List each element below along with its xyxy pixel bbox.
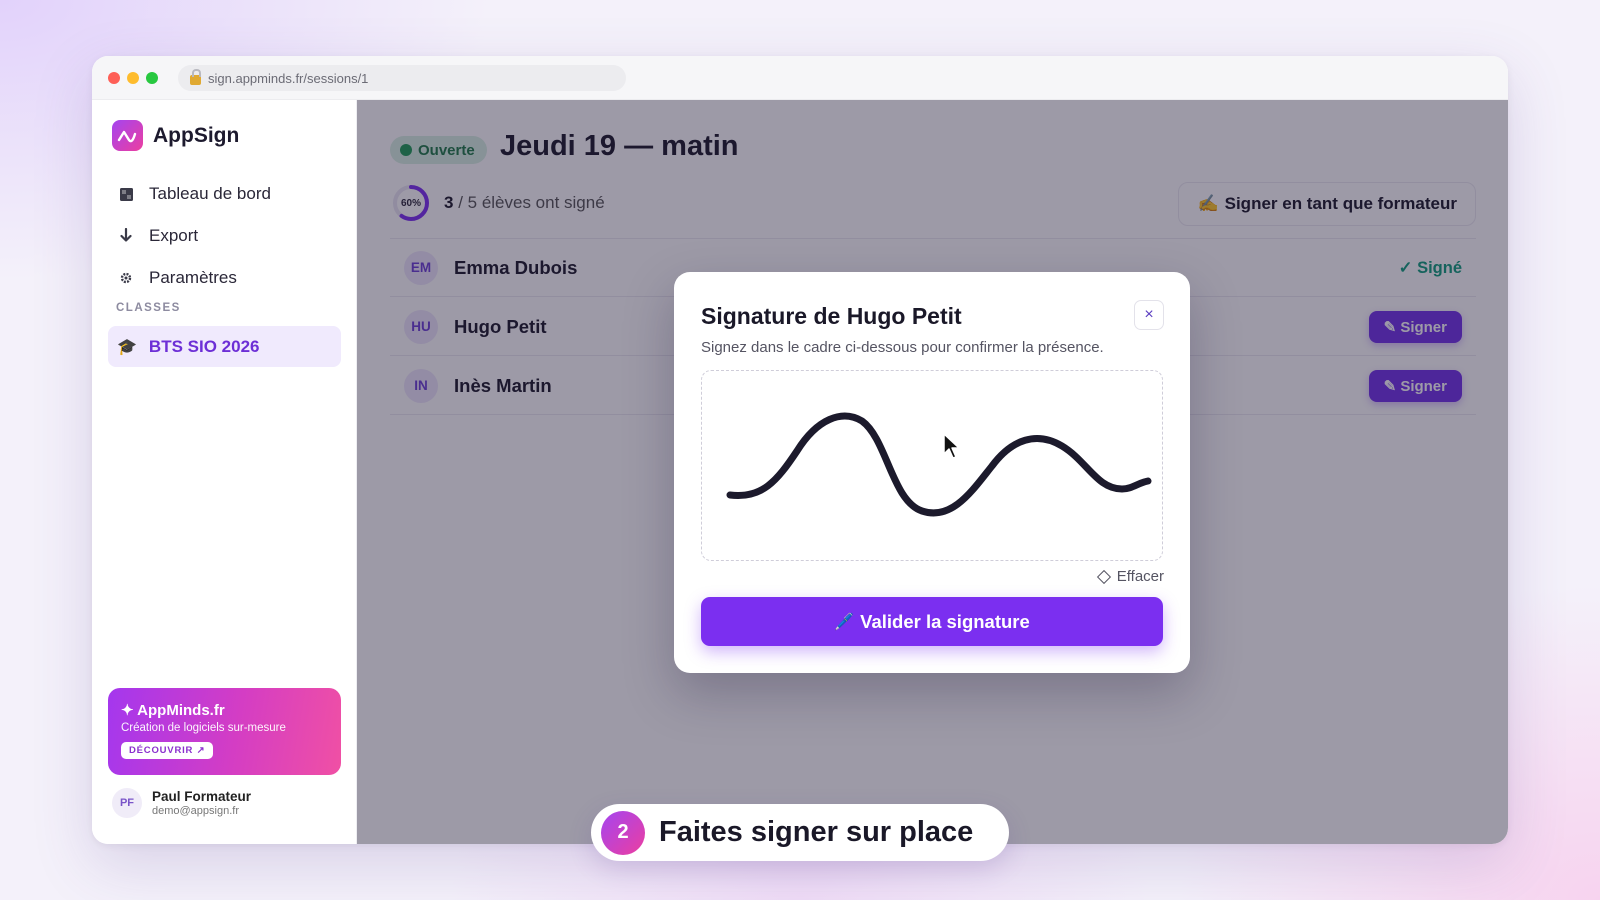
- sidebar-nav: Tableau de bord Export Paramètres: [116, 173, 271, 299]
- eraser-icon: [1096, 569, 1111, 584]
- sidebar-item-label: Tableau de bord: [149, 184, 271, 203]
- browser-titlebar: sign.appminds.fr/sessions/1: [92, 56, 1508, 100]
- url-text: sign.appminds.fr/sessions/1: [208, 70, 369, 86]
- modal-subtitle: Signez dans le cadre ci-dessous pour con…: [701, 339, 1104, 356]
- modal-title: Signature de Hugo Petit: [701, 303, 962, 329]
- clear-signature-link[interactable]: Effacer: [1096, 568, 1164, 585]
- step-caption: 2 Faites signer sur place: [591, 804, 1009, 861]
- maximize-window-button[interactable]: [146, 72, 158, 84]
- validate-signature-button[interactable]: 🖊️ Valider la signature: [701, 597, 1163, 646]
- promo-title: ✦ AppMinds.fr: [121, 702, 225, 719]
- mouse-cursor-icon: [942, 432, 962, 465]
- address-bar[interactable]: sign.appminds.fr/sessions/1: [178, 65, 626, 91]
- signature-modal: Signature de Hugo Petit × Signez dans le…: [674, 272, 1190, 673]
- promo-card[interactable]: ✦ AppMinds.fr Création de logiciels sur-…: [108, 688, 341, 775]
- minimize-window-button[interactable]: [127, 72, 139, 84]
- sidebar-item-settings[interactable]: Paramètres: [116, 257, 271, 299]
- classes-section-label: CLASSES: [116, 302, 181, 314]
- user-profile[interactable]: PF Paul Formateur demo@appsign.fr: [112, 788, 251, 818]
- signature-pad[interactable]: [701, 370, 1163, 561]
- brand[interactable]: AppSign: [112, 120, 239, 151]
- sidebar-item-label: Paramètres: [149, 268, 237, 287]
- signature-stroke: [726, 412, 1152, 517]
- user-name: Paul Formateur: [152, 789, 252, 804]
- step-number-badge: 2: [601, 810, 645, 855]
- sidebar-item-export[interactable]: Export: [116, 215, 271, 257]
- gear-icon: [116, 272, 136, 284]
- caption-text: Faites signer sur place: [659, 816, 974, 848]
- pen-icon: 🖊️: [834, 613, 855, 631]
- sidebar-item-label: BTS SIO 2026: [148, 336, 260, 356]
- appsign-logo-icon: [112, 120, 143, 151]
- sidebar-item-dashboard[interactable]: Tableau de bord: [116, 173, 271, 215]
- graduation-cap-icon: 🎓: [117, 338, 137, 356]
- download-icon: [116, 228, 136, 244]
- grid-icon: [116, 187, 136, 201]
- user-email: demo@appsign.fr: [152, 805, 239, 817]
- close-icon[interactable]: ×: [1134, 300, 1164, 330]
- promo-subtitle: Création de logiciels sur-mesure: [121, 722, 286, 734]
- avatar: PF: [112, 788, 142, 818]
- lock-icon: [190, 68, 201, 85]
- discover-button[interactable]: DÉCOUVRIR ↗: [121, 742, 214, 759]
- sidebar-item-bts-sio-2026[interactable]: 🎓 BTS SIO 2026: [108, 326, 341, 367]
- sidebar-item-label: Export: [149, 226, 199, 245]
- close-window-button[interactable]: [108, 72, 120, 84]
- brand-name: AppSign: [153, 123, 240, 147]
- sidebar: AppSign Tableau de bord Export Paramètre…: [92, 100, 357, 844]
